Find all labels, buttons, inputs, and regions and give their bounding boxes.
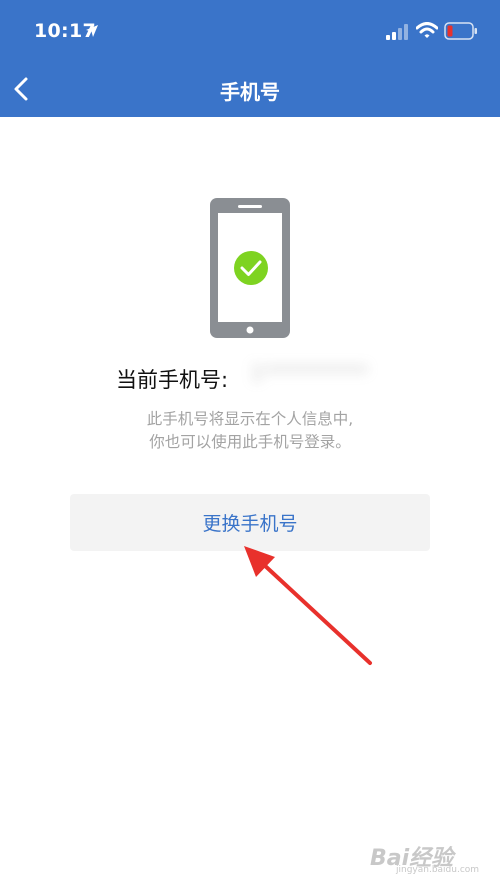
- status-bar: 10:17: [0, 0, 500, 62]
- description-line-1: 此手机号将显示在个人信息中,: [146, 410, 354, 428]
- watermark-url: jingyan.baidu.com: [396, 865, 480, 875]
- page-title: 手机号: [220, 80, 280, 104]
- signal-icon: [386, 24, 410, 44]
- location-arrow-icon: [85, 23, 99, 42]
- navigation-bar: 手机号: [0, 62, 500, 117]
- current-phone-value: 1**********: [250, 361, 369, 385]
- description-line-2: 你也可以使用此手机号登录。: [149, 433, 351, 451]
- baidu-jingyan-watermark: Bai经验 jingyan.baidu.com: [352, 836, 492, 880]
- change-phone-button[interactable]: 更换手机号: [70, 494, 430, 551]
- wifi-icon: [415, 22, 439, 44]
- phone-check-icon: [210, 198, 290, 342]
- battery-low-icon: [444, 22, 478, 44]
- current-phone-label: 当前手机号:: [116, 368, 229, 392]
